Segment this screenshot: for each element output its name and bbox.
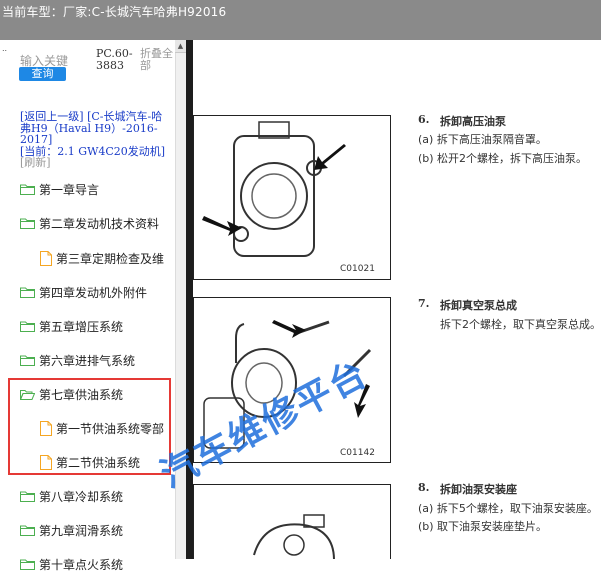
tree-item[interactable]: 第三章定期检查及维 <box>40 248 164 268</box>
tree-item-label: 第九章润滑系统 <box>39 523 124 538</box>
step-title: 拆卸真空泵总成 <box>440 299 517 312</box>
folder-icon <box>20 287 35 298</box>
tree-item-label: 第八章冷却系统 <box>39 489 124 504</box>
figure-code: C01021 <box>340 264 375 274</box>
tree-item[interactable]: 第二章发动机技术资料 <box>20 213 159 233</box>
tree-item-label: 第十章点火系统 <box>39 557 124 572</box>
collapse-all-button[interactable]: 折叠全部 <box>140 48 176 72</box>
tree-item[interactable]: 第一章导言 <box>20 179 99 199</box>
step-number: 6. <box>418 113 430 126</box>
tree-item[interactable]: 第十章点火系统 <box>20 554 123 574</box>
step-line: (b) 松开2个螺栓，拆下高压油泵。 <box>418 152 588 165</box>
step-line: (a) 拆下5个螺栓，取下油泵安装座。 <box>418 502 598 515</box>
current-node: 2.1 GW4C20发动机] <box>57 144 166 158</box>
folder-icon <box>20 355 35 366</box>
tree-item-label: 第二章发动机技术资料 <box>39 216 160 231</box>
tree-item[interactable]: 第八章冷却系统 <box>20 486 123 506</box>
tree-item[interactable]: 第六章进排气系统 <box>20 350 135 370</box>
tree-item[interactable]: 第九章润滑系统 <box>20 520 123 540</box>
document-icon <box>40 250 52 266</box>
step-title: 拆卸油泵安装座 <box>440 483 517 496</box>
document-viewer: 6. 拆卸高压油泵 (a) 拆下高压油泵隔音罩。 (b) 松开2个螺栓，拆下高压… <box>193 40 601 559</box>
step-line: (b) 取下油泵安装座垫片。 <box>418 520 548 533</box>
folder-icon <box>20 218 35 229</box>
figure-pump-mount <box>193 484 391 559</box>
window-titlebar: 当前车型：厂家:C-长城汽车哈弗H92016 <box>0 0 601 40</box>
window-title: 当前车型：厂家:C-长城汽车哈弗H92016 <box>2 5 227 19</box>
scroll-up-icon[interactable]: ▲ <box>175 40 186 53</box>
step-number: 8. <box>418 481 430 494</box>
step-line: (a) 拆下高压油泵隔音罩。 <box>418 133 547 146</box>
breadcrumb: [返回上一级] [C-长城汽车-哈弗H9（Haval H9）-2016-2017… <box>20 111 170 169</box>
figure-high-pressure-pump <box>193 115 391 280</box>
tree-item-label: 第五章增压系统 <box>39 319 124 334</box>
folder-icon <box>20 491 35 502</box>
sidebar-handle: .. <box>2 44 8 53</box>
refresh-link[interactable]: [刷新] <box>20 156 51 169</box>
pc-code: PC.60-3883 <box>96 47 133 72</box>
tree-item[interactable]: 第五章增压系统 <box>20 316 123 336</box>
step-number: 7. <box>418 297 430 310</box>
figure-code: C01142 <box>340 448 375 458</box>
folder-icon <box>20 559 35 570</box>
tree-item-label: 第六章进排气系统 <box>39 353 136 368</box>
tree-item-label: 第一章导言 <box>39 182 100 197</box>
tree-item-label: 第三章定期检查及维 <box>56 251 165 266</box>
tree-item-label: 第四章发动机外附件 <box>39 285 148 300</box>
search-button[interactable]: 查询 <box>19 67 66 81</box>
step-title: 拆卸高压油泵 <box>440 115 506 128</box>
tree-item[interactable]: 第四章发动机外附件 <box>20 282 147 302</box>
step-line: 拆下2个螺栓，取下真空泵总成。 <box>440 318 601 331</box>
folder-icon <box>20 321 35 332</box>
folder-icon <box>20 525 35 536</box>
folder-icon <box>20 184 35 195</box>
selection-highlight <box>8 378 171 475</box>
